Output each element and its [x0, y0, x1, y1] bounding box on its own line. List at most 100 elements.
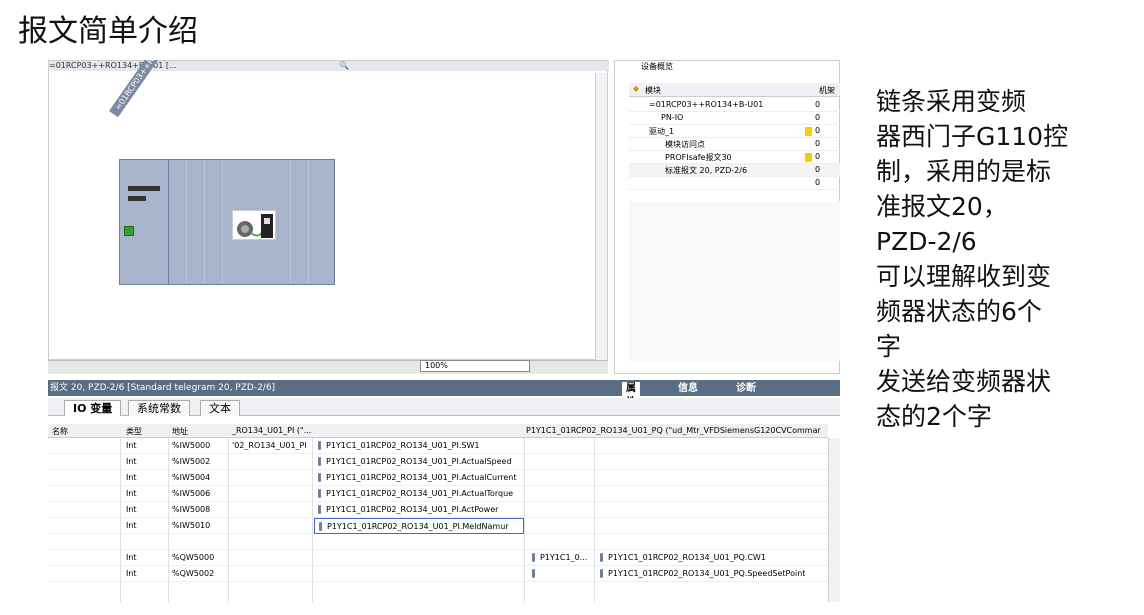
table-row[interactable]: Int %IW5010 P1Y1C1_01RCP02_RO134_U01_PI.…: [48, 518, 828, 534]
variable-cell[interactable]: P1Y1C1_0...: [528, 550, 592, 566]
address-cell: %QW5002: [172, 569, 215, 578]
rack[interactable]: [119, 159, 335, 285]
description-line: 字: [876, 332, 902, 361]
table-row[interactable]: Int %QW5002 P1Y1C1_01RCP02_RO134_U01_PQ.…: [48, 566, 828, 582]
variable-cell[interactable]: P1Y1C1_01RCP02_RO134_U01_PQ.SpeedSetPoin…: [596, 566, 805, 582]
tab-system-constants[interactable]: 系统常数: [128, 400, 190, 416]
rack-slot-divider: [308, 160, 309, 284]
table-row[interactable]: Int %IW5008 P1Y1C1_01RCP02_RO134_U01_PI.…: [48, 502, 828, 518]
overview-row[interactable]: 标准报文 20, PZD-2/6 0: [629, 164, 840, 177]
description-line: 准报文20，: [876, 192, 1008, 221]
pi-cell: '02_RO134_U01_PI: [232, 441, 307, 450]
variable-cell[interactable]: [528, 566, 542, 582]
tab-texts[interactable]: 文本: [200, 400, 240, 416]
overview-row-rack: 0: [815, 165, 821, 174]
overview-row-name: 模块访问点: [665, 140, 705, 149]
slide-title: 报文简单介绍: [18, 14, 198, 49]
type-cell: Int: [126, 505, 137, 514]
device-selector[interactable]: =01RCP03++RO134+B-U01 [...: [49, 61, 177, 70]
description-line: 器西门子G110控: [876, 122, 1069, 151]
type-cell: Int: [126, 457, 137, 466]
type-cell: Int: [126, 569, 137, 578]
module-status-bar: [128, 186, 160, 191]
type-cell: Int: [126, 473, 137, 482]
table-row[interactable]: Int %IW5006 P1Y1C1_01RCP02_RO134_U01_PI.…: [48, 486, 828, 502]
table-row[interactable]: Int %QW5000 P1Y1C1_0... P1Y1C1_01RCP02_R…: [48, 550, 828, 566]
overview-row-rack: 0: [815, 152, 821, 161]
variable-cell[interactable]: P1Y1C1_01RCP02_RO134_U01_PQ.CW1: [596, 550, 766, 566]
rack-divider: [168, 160, 169, 284]
table-row[interactable]: Int %IW5000 '02_RO134_U01_PI P1Y1C1_01RC…: [48, 438, 828, 454]
overview-row-rack: 0: [815, 139, 821, 148]
drive-motor-icon[interactable]: [232, 210, 276, 240]
overview-row-name: PN-IO: [661, 113, 684, 122]
variable-cell[interactable]: P1Y1C1_01RCP02_RO134_U01_PI.ActPower: [314, 502, 498, 518]
overview-row-rack: 0: [815, 178, 821, 187]
address-cell: %IW5010: [172, 521, 211, 530]
table-row[interactable]: Int %IW5002 P1Y1C1_01RCP02_RO134_U01_PI.…: [48, 454, 828, 470]
overview-empty-area: [629, 201, 840, 361]
rack-slot-divider: [290, 160, 291, 284]
variable-cell[interactable]: P1Y1C1_01RCP02_RO134_U01_PI.SW1: [314, 438, 479, 454]
name-column-header[interactable]: 名称: [52, 426, 68, 437]
overview-row[interactable]: 0: [629, 177, 840, 190]
address-cell: %QW5000: [172, 553, 215, 562]
zoom-icon[interactable]: 🔍: [339, 61, 349, 70]
variable-cell[interactable]: P1Y1C1_01RCP02_RO134_U01_PI.ActualSpeed: [314, 454, 512, 470]
status-flag-icon: [805, 153, 812, 162]
description-line: 发送给变频器状: [876, 367, 1052, 396]
variable-cell[interactable]: P1Y1C1_01RCP02_RO134_U01_PI.MeldNamur: [314, 518, 524, 534]
description-line: 制，采用的是标: [876, 157, 1052, 186]
pq-column-header[interactable]: P1Y1C1_01RCP02_RO134_U01_PQ ("ud_Mtr_VFD…: [526, 426, 826, 435]
description-text: 链条采用变频 器西门子G110控 制，采用的是标 准报文20， PZD-2/6 …: [876, 84, 1136, 434]
device-overview-panel: 设备概览 ◆ 模块 机架 =01RCP03++RO134+B-U01 0 PN-…: [614, 60, 840, 374]
module-status-bar: [128, 196, 146, 201]
io-table-header: 名称 类型 地址 _RO134_U01_PI ("... P1Y1C1_01RC…: [48, 424, 828, 438]
type-cell: Int: [126, 441, 137, 450]
tab-io-tags[interactable]: IO 变量: [64, 400, 122, 416]
overview-row-name: 标准报文 20, PZD-2/6: [665, 166, 748, 175]
table-row[interactable]: [48, 534, 828, 550]
description-line: 频器状态的6个: [876, 297, 1042, 326]
vertical-scrollbar[interactable]: [595, 73, 607, 361]
tab-diagnostics[interactable]: 诊断: [732, 382, 760, 396]
overview-row[interactable]: 模块访问点 0: [629, 138, 840, 151]
profinet-port-icon[interactable]: [124, 226, 134, 236]
table-row[interactable]: Int %IW5004 P1Y1C1_01RCP02_RO134_U01_PI.…: [48, 470, 828, 486]
type-column-header[interactable]: 类型: [126, 426, 142, 437]
subtab-bar: IO 变量 系统常数 文本: [48, 398, 840, 416]
tab-device-overview[interactable]: 设备概览: [637, 61, 707, 73]
rack-slot-divider: [186, 160, 187, 284]
overview-row[interactable]: =01RCP03++RO134+B-U01 0: [629, 99, 840, 112]
address-cell: %IW5008: [172, 505, 211, 514]
overview-row-rack: 0: [815, 100, 821, 109]
device-toolbar[interactable]: =01RCP03++RO134+B-U01 [... 🔍: [49, 61, 609, 71]
type-cell: Int: [126, 553, 137, 562]
overview-row[interactable]: PROFIsafe报文30 0: [629, 151, 840, 164]
address-cell: %IW5000: [172, 441, 211, 450]
overview-row-name: 驱动_1: [649, 127, 675, 136]
status-flag-icon: [805, 127, 812, 136]
tia-portal-screenshot: =01RCP03++RO134+B-U01 [... 🔍 =01RCP03++R…: [48, 60, 840, 602]
device-view[interactable]: =01RCP03++RO134+B-U01 [... 🔍 =01RCP03++R…: [48, 60, 609, 361]
tab-properties[interactable]: 属性: [622, 382, 640, 408]
variable-cell[interactable]: P1Y1C1_01RCP02_RO134_U01_PI.ActualCurren…: [314, 470, 517, 486]
rack-slot-divider: [204, 160, 205, 284]
pi-column-header[interactable]: _RO134_U01_PI ("...: [232, 426, 311, 435]
description-line: 态的2个字: [876, 402, 992, 431]
address-cell: %IW5002: [172, 457, 211, 466]
tab-info[interactable]: 信息: [674, 382, 702, 396]
overview-row[interactable]: PN-IO 0: [629, 112, 840, 125]
rack-slot-divider: [222, 160, 223, 284]
overview-row-rack: 0: [815, 126, 821, 135]
zoom-select[interactable]: 100%: [420, 360, 530, 372]
overview-row[interactable]: 驱动_1 0: [629, 125, 840, 138]
module-icon: ◆: [633, 84, 640, 93]
address-cell: %IW5004: [172, 473, 211, 482]
description-line: PZD-2/6: [876, 227, 977, 256]
table-scrollbar[interactable]: [828, 438, 840, 602]
address-column-header[interactable]: 地址: [172, 426, 188, 437]
overview-header: ◆ 模块 机架: [629, 83, 840, 97]
variable-cell[interactable]: P1Y1C1_01RCP02_RO134_U01_PI.ActualTorque: [314, 486, 513, 502]
module-column-header: 模块: [645, 86, 661, 95]
